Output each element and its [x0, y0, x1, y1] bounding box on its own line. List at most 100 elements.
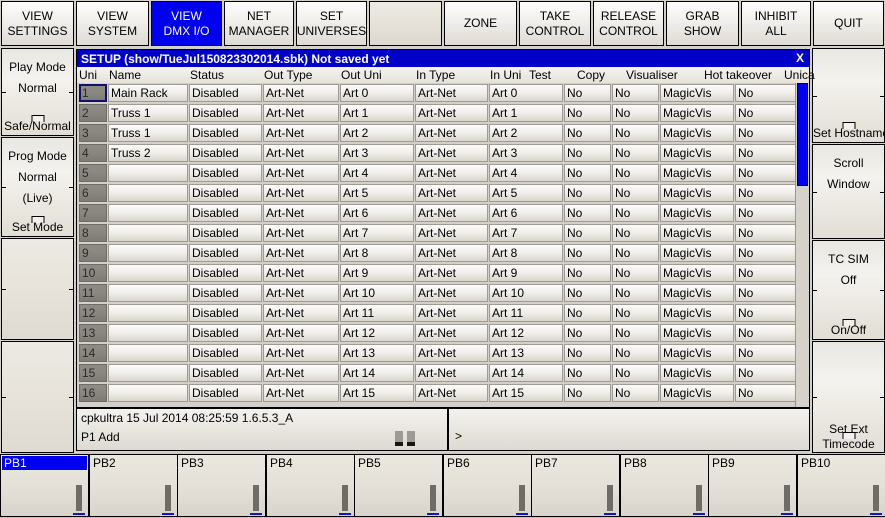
cell-uni[interactable]: 7	[79, 204, 107, 222]
cell-copy[interactable]: No	[612, 364, 659, 382]
cell-in-type[interactable]: Art-Net	[415, 144, 488, 162]
cell-status[interactable]: Disabled	[189, 364, 262, 382]
playback-fader[interactable]	[430, 485, 436, 511]
cell-visualiser[interactable]: MagicVis	[660, 164, 734, 182]
cell-out-uni[interactable]: Art 10	[340, 284, 414, 302]
cell-hot-takeover[interactable]: No	[735, 244, 799, 262]
cell-visualiser[interactable]: MagicVis	[660, 224, 734, 242]
table-row[interactable]: 12 Disabled Art-Net Art 11 Art-Net Art 11 No No…	[77, 303, 809, 323]
cell-visualiser[interactable]: MagicVis	[660, 204, 734, 222]
cell-out-type[interactable]: Art-Net	[263, 204, 339, 222]
cell-copy[interactable]: No	[612, 204, 659, 222]
cell-status[interactable]: Disabled	[189, 304, 262, 322]
table-row[interactable]: 16 Disabled Art-Net Art 15 Art-Net Art 15 No No…	[77, 383, 809, 403]
cell-test[interactable]: No	[564, 104, 611, 122]
tool-panel-set-hostname[interactable]: Set Hostname	[812, 48, 885, 143]
cell-out-uni[interactable]: Art 12	[340, 324, 414, 342]
cell-hot-takeover[interactable]: No	[735, 384, 799, 402]
toolbar-button-inhibit-all[interactable]: INHIBIT ALL	[741, 1, 811, 46]
cell-in-uni[interactable]: Art 0	[489, 84, 563, 102]
cell-name[interactable]: Truss 2	[108, 144, 188, 162]
cell-copy[interactable]: No	[612, 304, 659, 322]
scrollbar-thumb[interactable]	[797, 83, 808, 186]
cell-status[interactable]: Disabled	[189, 104, 262, 122]
cell-hot-takeover[interactable]: No	[735, 164, 799, 182]
cell-out-type[interactable]: Art-Net	[263, 284, 339, 302]
cell-in-type[interactable]: Art-Net	[415, 284, 488, 302]
playback-pb10[interactable]: PB10	[797, 454, 885, 517]
cell-out-uni[interactable]: Art 9	[340, 264, 414, 282]
toolbar-button-quit[interactable]: QUIT	[813, 1, 884, 46]
toolbar-button-view-settings[interactable]: VIEW SETTINGS	[1, 1, 74, 46]
playback-pb6[interactable]: PB6	[443, 454, 532, 517]
playback-pb7[interactable]: PB7	[531, 454, 620, 517]
cell-in-uni[interactable]: Art 5	[489, 184, 563, 202]
cell-in-uni[interactable]: Art 9	[489, 264, 563, 282]
cell-in-uni[interactable]: Art 14	[489, 364, 563, 382]
cell-in-type[interactable]: Art-Net	[415, 224, 488, 242]
cell-test[interactable]: No	[564, 264, 611, 282]
cell-in-uni[interactable]: Art 2	[489, 124, 563, 142]
cell-out-uni[interactable]: Art 1	[340, 104, 414, 122]
cell-out-uni[interactable]: Art 14	[340, 364, 414, 382]
cell-name[interactable]	[108, 364, 188, 382]
cell-visualiser[interactable]: MagicVis	[660, 364, 734, 382]
toolbar-button-view-system[interactable]: VIEW SYSTEM	[76, 1, 149, 46]
cell-status[interactable]: Disabled	[189, 324, 262, 342]
cell-uni[interactable]: 5	[79, 164, 107, 182]
playback-pb2[interactable]: PB2	[89, 454, 178, 517]
table-row[interactable]: 9 Disabled Art-Net Art 8 Art-Net Art 8 No No Mag…	[77, 243, 809, 263]
cell-out-type[interactable]: Art-Net	[263, 344, 339, 362]
cell-visualiser[interactable]: MagicVis	[660, 264, 734, 282]
playback-fader[interactable]	[607, 485, 613, 511]
cell-uni[interactable]: 14	[79, 344, 107, 362]
cell-test[interactable]: No	[564, 124, 611, 142]
play-panel-set-mode[interactable]: Prog Mode Normal (Live) Set Mode	[1, 137, 74, 237]
cell-name[interactable]	[108, 324, 188, 342]
cell-visualiser[interactable]: MagicVis	[660, 184, 734, 202]
cell-uni[interactable]: 3	[79, 124, 107, 142]
cell-name[interactable]: Truss 1	[108, 124, 188, 142]
cell-hot-takeover[interactable]: No	[735, 204, 799, 222]
cell-in-type[interactable]: Art-Net	[415, 184, 488, 202]
cell-out-type[interactable]: Art-Net	[263, 264, 339, 282]
cell-visualiser[interactable]: MagicVis	[660, 304, 734, 322]
close-icon[interactable]: X	[796, 51, 804, 65]
cell-visualiser[interactable]: MagicVis	[660, 284, 734, 302]
table-row[interactable]: 6 Disabled Art-Net Art 5 Art-Net Art 5 No No Mag…	[77, 183, 809, 203]
cell-in-uni[interactable]: Art 1	[489, 104, 563, 122]
cell-out-type[interactable]: Art-Net	[263, 304, 339, 322]
cell-copy[interactable]: No	[612, 184, 659, 202]
table-row[interactable]: 10 Disabled Art-Net Art 9 Art-Net Art 9 No No Ma…	[77, 263, 809, 283]
cell-test[interactable]: No	[564, 84, 611, 102]
cell-visualiser[interactable]: MagicVis	[660, 384, 734, 402]
playback-pb3[interactable]: PB3	[177, 454, 266, 517]
cell-hot-takeover[interactable]: No	[735, 304, 799, 322]
tool-panel-set-ext-timecode[interactable]: Set Ext Timecode	[812, 341, 885, 453]
cell-in-uni[interactable]: Art 12	[489, 324, 563, 342]
cell-copy[interactable]: No	[612, 344, 659, 362]
cell-name[interactable]	[108, 164, 188, 182]
cell-visualiser[interactable]: MagicVis	[660, 144, 734, 162]
playback-pb9[interactable]: PB9	[708, 454, 797, 517]
tool-panel-on-off[interactable]: TC SIM Off On/Off	[812, 240, 885, 340]
cell-test[interactable]: No	[564, 304, 611, 322]
cell-test[interactable]: No	[564, 224, 611, 242]
playback-fader[interactable]	[696, 485, 702, 511]
cell-visualiser[interactable]: MagicVis	[660, 124, 734, 142]
playback-fader[interactable]	[519, 485, 525, 511]
cell-out-type[interactable]: Art-Net	[263, 184, 339, 202]
cell-in-uni[interactable]: Art 6	[489, 204, 563, 222]
cell-in-type[interactable]: Art-Net	[415, 104, 488, 122]
table-row[interactable]: 8 Disabled Art-Net Art 7 Art-Net Art 7 No No Mag…	[77, 223, 809, 243]
cell-test[interactable]: No	[564, 324, 611, 342]
cell-test[interactable]: No	[564, 184, 611, 202]
cell-uni[interactable]: 13	[79, 324, 107, 342]
cell-hot-takeover[interactable]: No	[735, 184, 799, 202]
cell-status[interactable]: Disabled	[189, 124, 262, 142]
cell-copy[interactable]: No	[612, 144, 659, 162]
playback-pb8[interactable]: PB8	[620, 454, 709, 517]
playback-fader[interactable]	[873, 485, 879, 511]
cell-name[interactable]	[108, 184, 188, 202]
cell-visualiser[interactable]: MagicVis	[660, 104, 734, 122]
